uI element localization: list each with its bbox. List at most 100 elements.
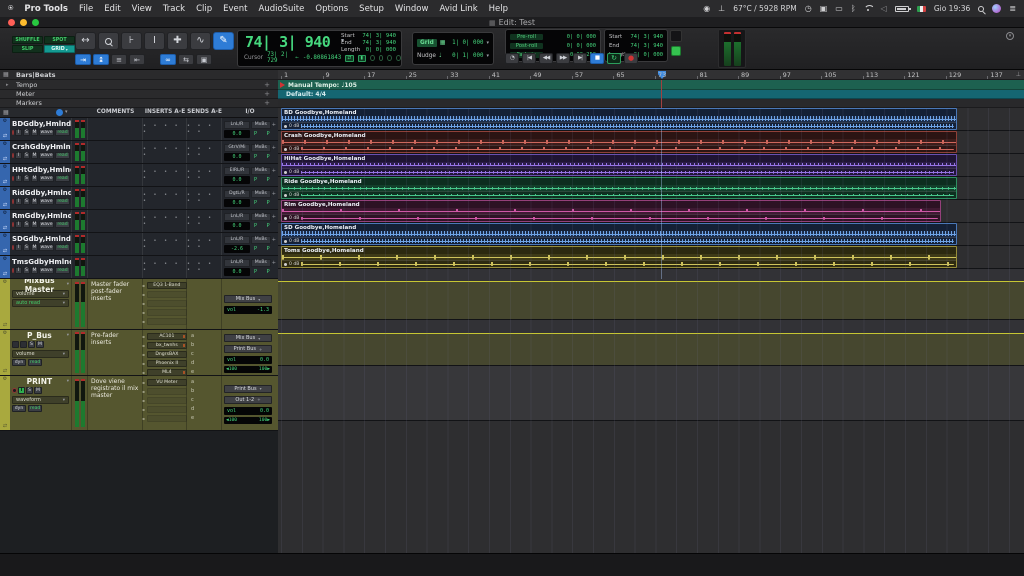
insert-empty-slot[interactable] [147, 388, 187, 395]
send-slot-b[interactable]: b [191, 387, 194, 396]
edit-mode-shuffle[interactable]: SHUFFLE [12, 36, 43, 44]
caret-icon[interactable]: ▾ [67, 282, 69, 287]
track-name[interactable]: RmGdby,Hmlnd [12, 212, 72, 220]
track-i-button[interactable]: I [18, 387, 25, 394]
bottom-scroll-area[interactable] [0, 553, 1024, 576]
track-color-strip[interactable]: ⚙⇄ [0, 141, 10, 163]
volume-display[interactable]: vol0.0 [224, 356, 272, 364]
send-slot-b[interactable]: b [191, 341, 194, 350]
send-slot-c[interactable]: c [191, 350, 194, 359]
markers-lane[interactable] [278, 99, 1024, 108]
input-path[interactable]: LnL/R [224, 213, 250, 221]
sel-end-value[interactable]: 74| 3| 940 [362, 40, 396, 47]
grid-value[interactable]: 1| 0| 000 [452, 40, 483, 46]
scrubber-tool-button[interactable]: ∿ [190, 32, 211, 50]
sel-start-value[interactable]: 74| 3| 940 [362, 33, 396, 40]
pencil-tool-button[interactable]: ✎ [213, 32, 234, 50]
pan-display[interactable]: P P [254, 200, 274, 206]
rewind-button[interactable]: ◀◀ [539, 53, 553, 64]
track-s-button[interactable]: S [26, 387, 33, 394]
output-path[interactable]: MxBs [251, 121, 271, 129]
insert-dngrsbax[interactable]: DngrsBAX [147, 351, 187, 358]
automation-mode-selector[interactable]: read [55, 244, 70, 251]
add-tempo-button[interactable]: + [264, 81, 270, 89]
track-gear-icon[interactable]: ⚙ [3, 234, 7, 239]
automation-mode-selector[interactable]: read [28, 359, 42, 366]
comments-cell[interactable] [88, 233, 143, 255]
insert-empty-slot[interactable] [147, 309, 187, 316]
sends-cell[interactable]: • • • • • [187, 233, 222, 255]
time-machine-icon[interactable]: ◷ [805, 5, 812, 13]
link-timeline-edit-selection-button[interactable]: ∞ [160, 54, 176, 65]
track-color-icon[interactable] [56, 109, 63, 116]
volume-display[interactable]: vol-1.3 [224, 306, 272, 314]
inserts-cell[interactable]: • • • • • [143, 233, 187, 255]
tempo-lane[interactable]: Manual Tempo: ♩105 [278, 80, 1024, 90]
menu-bar-clock[interactable]: Gio 19:36 [934, 4, 970, 13]
output-path[interactable]: MxBs [251, 213, 271, 221]
return-to-zero-button[interactable]: |◀ [522, 53, 536, 64]
track-m-button[interactable]: M [31, 152, 38, 159]
inserts-cell[interactable]: • • • • • [143, 187, 187, 209]
input-path[interactable]: DgtL/R [224, 190, 250, 198]
menu-audiosuite[interactable]: AudioSuite [259, 4, 305, 14]
menu-view[interactable]: View [132, 4, 152, 14]
record-button[interactable]: ● [624, 53, 638, 64]
track-s-button[interactable]: S [23, 152, 30, 159]
track-name[interactable]: CrshGdbyHmln [12, 143, 71, 151]
clip-volume-lane[interactable]: 0 dB [282, 168, 956, 175]
track-gear-icon[interactable]: ⚙ [3, 188, 7, 193]
siri-icon[interactable] [992, 4, 1001, 13]
track-color-strip[interactable]: ⚙⇄ [0, 187, 10, 209]
automation-mode-selector[interactable]: read [55, 221, 70, 228]
record-enable-button[interactable] [12, 245, 14, 250]
record-enable-button[interactable] [12, 153, 14, 158]
sends-cell[interactable]: • • • • • [187, 164, 222, 186]
track-gear-icon[interactable]: ⚙ [3, 165, 7, 170]
audio-clip-crash-goodbye-homeland[interactable]: Crash Goodbye,Homeland0 dB [281, 131, 957, 153]
track-i-button[interactable]: I [15, 221, 22, 228]
temp-rpm-status[interactable]: 67°C / 5928 RPM [733, 4, 797, 13]
track-color-strip[interactable]: ⚙⇄ [0, 233, 10, 255]
output-path-mix-bus[interactable]: Mix Bus▾ [224, 295, 272, 303]
status-dot-3[interactable] [387, 55, 392, 61]
menu-file[interactable]: File [79, 4, 93, 14]
screen-record-icon[interactable]: ◉ [703, 5, 710, 13]
add-marker-button[interactable]: + [264, 99, 270, 107]
menu-event[interactable]: Event [223, 4, 247, 14]
track-s-button[interactable]: S [28, 341, 35, 348]
track-view-selector[interactable]: waveform▾ [12, 396, 69, 404]
sends-cell[interactable]: • • • • • [187, 256, 222, 278]
insert-ac101[interactable]: AC101 [147, 333, 187, 340]
preroll-enable-button[interactable] [671, 46, 681, 56]
track-view-selector[interactable]: wave [39, 198, 54, 205]
record-enable-button[interactable] [12, 130, 14, 135]
input-path[interactable]: EIRL/R [224, 167, 250, 175]
volume-display[interactable]: 0.0 [224, 153, 250, 161]
insert-vu-meter[interactable]: VU Meter [147, 379, 187, 386]
track-s-button[interactable]: S [23, 175, 30, 182]
track-name[interactable]: PRINT [12, 377, 67, 386]
tempo-label[interactable]: Tempo [16, 81, 37, 89]
track-list-view-icon[interactable]: ▦ [3, 109, 9, 116]
tempo-expand-icon[interactable]: ▸ [6, 82, 9, 88]
sends-cell[interactable]: • • • • • [187, 118, 222, 140]
stop-button[interactable]: ■ [590, 53, 604, 64]
volume-display[interactable]: -2.6 [224, 245, 250, 253]
insert-empty-slot[interactable] [147, 406, 187, 413]
insert-empty-slot[interactable] [147, 415, 187, 422]
track-dyn-button[interactable]: dyn [12, 405, 26, 412]
preroll-label[interactable]: Pre-roll [510, 34, 543, 40]
grid-caret-icon[interactable]: ▾ [486, 40, 489, 46]
fast-forward-button[interactable]: ▶▶ [556, 53, 570, 64]
comments-cell[interactable]: Master fader post-fader inserts [88, 279, 143, 329]
postroll-value[interactable]: 0| 0| 000 [567, 43, 596, 49]
volume-display[interactable]: vol0.0 [224, 407, 272, 415]
automation-mode-selector[interactable]: read [55, 129, 70, 136]
record-enable-button[interactable] [12, 268, 14, 273]
comments-column-header[interactable]: COMMENTS [88, 109, 143, 115]
output-path-mix-bus[interactable]: Mix Bus▾ [224, 334, 272, 342]
edit-insertion-chip[interactable]: ▮ [358, 55, 366, 62]
automation-mode-selector[interactable]: read [55, 267, 70, 274]
track-i-button[interactable]: I [15, 129, 22, 136]
